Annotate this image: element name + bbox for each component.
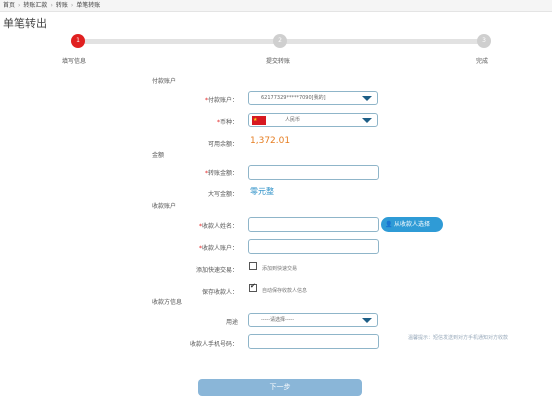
add-quick-checkbox[interactable]	[249, 262, 257, 270]
step-3-label: 完成	[476, 58, 489, 65]
balance-label: 可用余额：	[207, 141, 238, 148]
payee-account-label: *收款人账户：	[198, 245, 238, 252]
balance-value: 1,372.01	[250, 136, 291, 146]
section-payer: 付款账户	[152, 78, 177, 85]
progress-steps: 1 2 3 填写信息 提交转账 完成	[0, 30, 552, 70]
next-button[interactable]: 下一步	[198, 379, 362, 396]
payer-account-value: 62177329*****7090[我的]	[261, 95, 326, 101]
breadcrumb-transfer[interactable]: 转账	[56, 0, 68, 12]
transfer-amount-input[interactable]	[248, 165, 379, 180]
chevron-down-icon	[362, 96, 372, 101]
pick-payee-label: 从收款人选择	[393, 221, 430, 228]
step-2-label: 提交转账	[266, 58, 291, 65]
currency-select[interactable]: 人民币	[248, 113, 378, 127]
page-title: 单笔转出	[3, 17, 47, 30]
breadcrumb-transfer-remit[interactable]: 转账汇款	[23, 0, 47, 12]
save-payee-text: 自动保存收款人信息	[262, 288, 308, 294]
section-amount: 金额	[152, 152, 165, 159]
currency-label: *币种：	[216, 119, 238, 126]
sms-hint: 温馨提示：短信发送到对方手机通知对方收款	[408, 335, 509, 341]
step-1-label: 填写信息	[62, 58, 87, 65]
china-flag-icon	[252, 114, 266, 126]
user-icon: 👤	[385, 221, 393, 228]
chevron-down-icon	[362, 118, 372, 123]
purpose-select[interactable]: -----请选择-----	[248, 313, 378, 327]
add-quick-text: 添加到快速交易	[262, 266, 298, 272]
step-1-circle: 1	[71, 34, 85, 48]
breadcrumb-single-transfer: 单笔转账	[76, 2, 101, 9]
step-2-circle: 2	[273, 34, 287, 48]
upper-amount-label: 大写金额：	[207, 191, 238, 198]
payer-account-label: *付款账户：	[204, 97, 238, 104]
save-payee-checkbox[interactable]	[249, 282, 257, 292]
phone-input[interactable]	[248, 334, 379, 349]
save-payee-label: 保存收款人：	[201, 289, 238, 296]
breadcrumb-home[interactable]: 首页	[3, 0, 15, 12]
breadcrumb: 首页 › 转账汇款 › 转账 › 单笔转账	[0, 0, 552, 12]
payee-account-input[interactable]	[248, 239, 379, 254]
step-3-circle: 3	[477, 34, 491, 48]
phone-label: 收款人手机号码：	[189, 341, 238, 348]
purpose-value: -----请选择-----	[261, 317, 295, 323]
transfer-amount-label: *转账金额：	[204, 170, 238, 177]
purpose-label: 用途	[225, 319, 238, 326]
currency-value: 人民币	[285, 117, 301, 123]
upper-amount-value: 零元整	[250, 187, 274, 196]
payer-account-select[interactable]: 62177329*****7090[我的]	[248, 91, 378, 105]
payee-name-label: *收款人姓名：	[198, 223, 238, 230]
payee-name-input[interactable]	[248, 217, 379, 232]
pick-payee-button[interactable]: 👤 从收款人选择	[381, 217, 443, 232]
section-payee-info: 收款方信息	[152, 299, 183, 306]
chevron-down-icon	[362, 318, 372, 323]
add-quick-label: 添加快速交易：	[195, 267, 238, 274]
section-payee: 收款账户	[152, 203, 177, 210]
